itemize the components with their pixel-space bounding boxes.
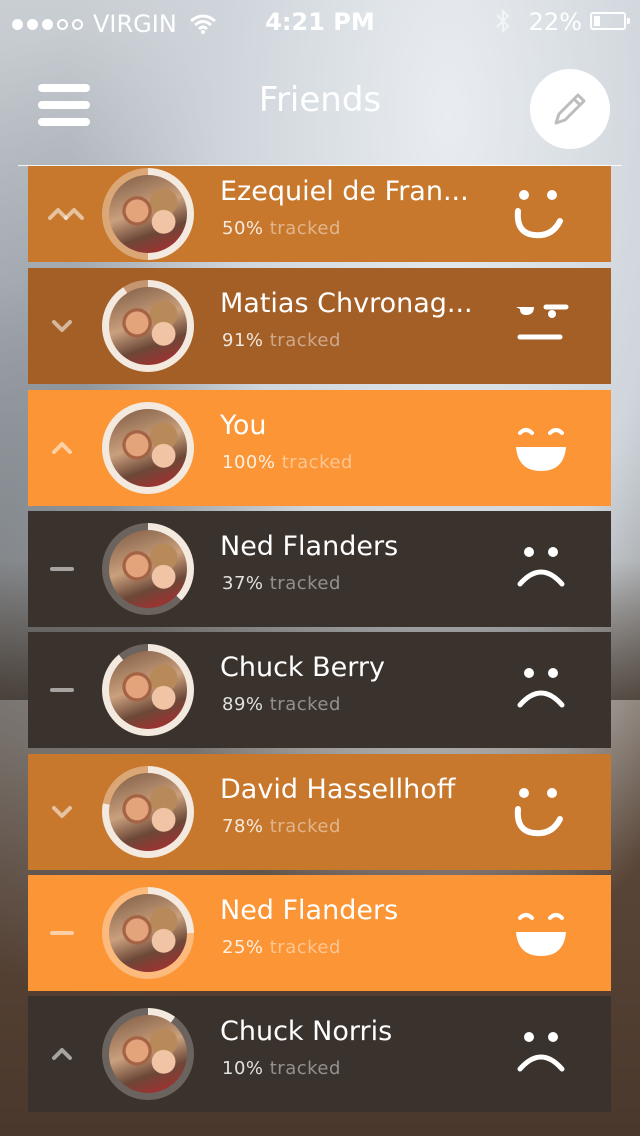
tracked-status: 50% tracked bbox=[222, 218, 341, 239]
profile-photo bbox=[109, 530, 187, 608]
tracked-label: tracked bbox=[263, 694, 341, 715]
profile-photo bbox=[109, 287, 187, 365]
tracked-percent: 10% bbox=[222, 1058, 264, 1079]
status-bar: VIRGIN 4:21 PM 22% bbox=[0, 0, 640, 44]
expand-chevron-icon[interactable] bbox=[48, 438, 76, 458]
laugh-face-icon bbox=[508, 415, 574, 481]
nav-bar: Friends bbox=[0, 44, 640, 164]
battery-icon bbox=[590, 12, 630, 30]
tracked-label: tracked bbox=[263, 330, 341, 351]
avatar bbox=[102, 887, 194, 979]
profile-photo bbox=[109, 1015, 187, 1093]
tracked-label: tracked bbox=[263, 573, 341, 594]
expand-chevron-icon[interactable] bbox=[48, 316, 76, 336]
tracked-percent: 78% bbox=[222, 816, 264, 837]
tracked-status: 25% tracked bbox=[222, 937, 341, 958]
tracked-percent: 89% bbox=[222, 694, 264, 715]
tracked-status: 91% tracked bbox=[222, 330, 341, 351]
friend-row[interactable]: Ned Flanders 37% tracked bbox=[28, 511, 611, 627]
expand-chevron-icon[interactable] bbox=[48, 204, 84, 224]
friend-name: Matias Chvronag... bbox=[220, 288, 473, 319]
tracked-label: tracked bbox=[275, 452, 353, 473]
profile-photo bbox=[109, 773, 187, 851]
avatar bbox=[102, 280, 194, 372]
tracked-percent: 37% bbox=[222, 573, 264, 594]
expand-chevron-icon[interactable] bbox=[48, 680, 76, 700]
bluetooth-icon bbox=[496, 8, 510, 34]
profile-photo bbox=[109, 175, 187, 253]
friend-row[interactable]: Chuck Berry 89% tracked bbox=[28, 632, 611, 748]
sad-face-icon bbox=[508, 1021, 574, 1087]
friend-name: Chuck Berry bbox=[220, 652, 385, 683]
avatar bbox=[102, 168, 194, 260]
tracked-percent: 50% bbox=[222, 218, 264, 239]
avatar bbox=[102, 644, 194, 736]
tracked-status: 37% tracked bbox=[222, 573, 341, 594]
friend-name: David Hassellhoff bbox=[220, 774, 456, 805]
friend-name: Ezequiel de Fran... bbox=[220, 176, 469, 207]
tracked-label: tracked bbox=[263, 937, 341, 958]
friend-name: Ned Flanders bbox=[220, 531, 399, 562]
friend-row[interactable]: Chuck Norris 10% tracked bbox=[28, 996, 611, 1112]
avatar bbox=[102, 1008, 194, 1100]
friend-name: Ned Flanders bbox=[220, 895, 399, 926]
friend-row[interactable]: David Hassellhoff 78% tracked bbox=[28, 754, 611, 870]
friend-row[interactable]: Ned Flanders 25% tracked bbox=[28, 875, 611, 991]
tracked-status: 89% tracked bbox=[222, 694, 341, 715]
skeptical-face-icon bbox=[508, 293, 574, 359]
expand-chevron-icon[interactable] bbox=[48, 559, 76, 579]
sad-face-icon bbox=[508, 657, 574, 723]
profile-photo bbox=[109, 409, 187, 487]
expand-chevron-icon[interactable] bbox=[48, 802, 76, 822]
tracked-label: tracked bbox=[263, 1058, 341, 1079]
profile-photo bbox=[109, 894, 187, 972]
friend-row[interactable]: Ezequiel de Fran... 50% tracked bbox=[28, 166, 611, 262]
tracked-status: 10% tracked bbox=[222, 1058, 341, 1079]
avatar bbox=[102, 523, 194, 615]
friend-name: You bbox=[220, 410, 267, 441]
wink-face-icon bbox=[508, 181, 574, 247]
tracked-percent: 91% bbox=[222, 330, 264, 351]
battery-percent: 22% bbox=[528, 8, 582, 36]
friends-list: Ezequiel de Fran... 50% tracked Matias Chv… bbox=[28, 166, 611, 1136]
pencil-icon bbox=[554, 93, 586, 125]
tracked-label: tracked bbox=[263, 816, 341, 837]
friend-row[interactable]: You 100% tracked bbox=[28, 390, 611, 506]
sad-face-icon bbox=[508, 536, 574, 602]
wink-face-icon bbox=[508, 779, 574, 845]
laugh-face-icon bbox=[508, 900, 574, 966]
tracked-percent: 100% bbox=[222, 452, 276, 473]
edit-button[interactable] bbox=[530, 69, 610, 149]
tracked-label: tracked bbox=[263, 218, 341, 239]
friend-name: Chuck Norris bbox=[220, 1016, 393, 1047]
tracked-status: 78% tracked bbox=[222, 816, 341, 837]
avatar bbox=[102, 766, 194, 858]
tracked-percent: 25% bbox=[222, 937, 264, 958]
expand-chevron-icon[interactable] bbox=[48, 923, 76, 943]
profile-photo bbox=[109, 651, 187, 729]
tracked-status: 100% tracked bbox=[222, 452, 353, 473]
friend-row[interactable]: Matias Chvronag... 91% tracked bbox=[28, 268, 611, 384]
expand-chevron-icon[interactable] bbox=[48, 1044, 76, 1064]
avatar bbox=[102, 402, 194, 494]
